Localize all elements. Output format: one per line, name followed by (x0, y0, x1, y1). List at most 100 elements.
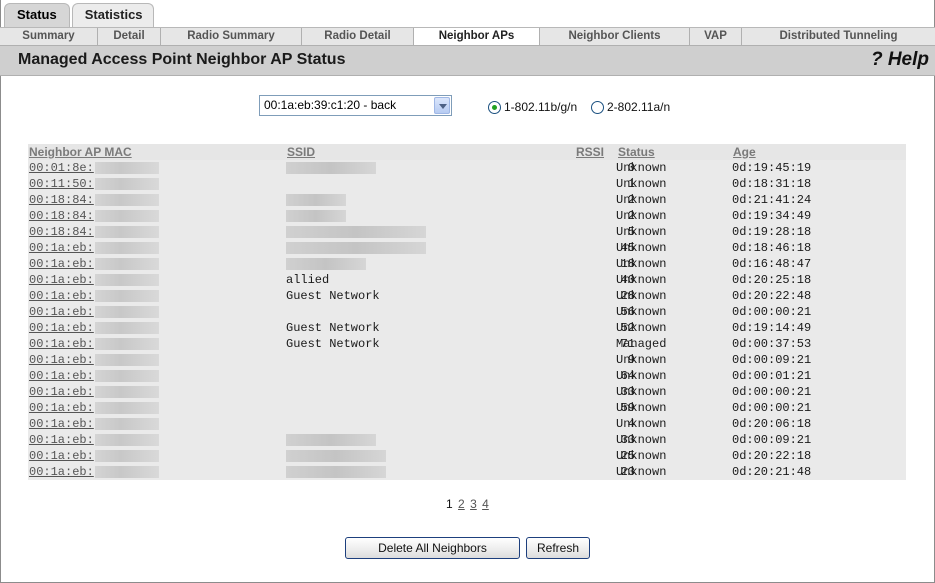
redacted-mac-suffix (94, 337, 159, 350)
table-row: 00:1a:eb: 18 Unknown 0d:16:48:47 (28, 256, 906, 272)
tab-status[interactable]: Status (4, 3, 70, 27)
status-cell: Unknown (616, 321, 667, 335)
table-row: 00:1a:eb: 23 Unknown 0d:20:21:48 (28, 464, 906, 480)
redacted-mac-suffix (94, 417, 159, 430)
subtab-detail[interactable]: Detail (98, 28, 161, 46)
neighbor-mac-link[interactable]: 00:1a:eb: (29, 417, 159, 431)
header-rssi[interactable]: RSSI (576, 145, 604, 159)
subtab-radio-detail[interactable]: Radio Detail (302, 28, 414, 46)
table-row: 00:1a:eb: 25 Unknown 0d:20:22:18 (28, 448, 906, 464)
redacted-mac-suffix (94, 241, 159, 254)
neighbor-mac-link[interactable]: 00:1a:eb: (29, 273, 159, 287)
neighbor-mac-link[interactable]: 00:1a:eb: (29, 449, 159, 463)
neighbor-mac-link[interactable]: 00:1a:eb: (29, 353, 159, 367)
page-current: 1 (446, 497, 453, 511)
mac-text: 00:1a:eb: (29, 257, 94, 271)
age-cell: 0d:20:22:18 (732, 449, 812, 463)
redacted-ssid (286, 433, 376, 446)
header-status[interactable]: Status (618, 145, 655, 159)
age-cell: 0d:19:34:49 (732, 209, 812, 223)
status-cell: Unknown (616, 353, 667, 367)
radio-1-button[interactable] (488, 100, 501, 114)
redacted-mac-suffix (94, 225, 159, 238)
age-cell: 0d:19:14:49 (732, 321, 812, 335)
neighbor-mac-link[interactable]: 00:1a:eb: (29, 433, 159, 447)
age-cell: 0d:20:25:18 (732, 273, 812, 287)
mac-text: 00:1a:eb: (29, 433, 94, 447)
neighbor-mac-link[interactable]: 00:1a:eb: (29, 401, 159, 415)
redacted-mac-suffix (94, 369, 159, 382)
redacted-mac-suffix (94, 209, 159, 222)
redacted-mac-suffix (94, 465, 159, 478)
refresh-button[interactable]: Refresh (526, 537, 590, 559)
redacted-ssid (286, 449, 386, 462)
neighbor-mac-link[interactable]: 00:1a:eb: (29, 385, 159, 399)
chevron-down-icon[interactable] (434, 97, 450, 114)
neighbor-mac-link[interactable]: 00:1a:eb: (29, 257, 159, 271)
mac-text: 00:1a:eb: (29, 369, 94, 383)
neighbor-mac-link[interactable]: 00:1a:eb: (29, 305, 159, 319)
table-row: 00:1a:eb: Guest Network 52 Unknown 0d:19:14:… (28, 320, 906, 336)
delete-all-neighbors-button[interactable]: Delete All Neighbors (345, 537, 520, 559)
neighbor-ap-table: Neighbor AP MAC SSID RSSI Status Age 00:… (28, 144, 906, 480)
ssid-cell (286, 257, 366, 271)
neighbor-mac-link[interactable]: 00:1a:eb: (29, 465, 159, 479)
table-row: 00:1a:eb: allied 40 Unknown 0d:20:25:18 (28, 272, 906, 288)
subtab-summary[interactable]: Summary (0, 28, 98, 46)
age-cell: 0d:00:37:53 (732, 337, 812, 351)
header-ssid[interactable]: SSID (287, 145, 315, 159)
status-cell: Unknown (616, 433, 667, 447)
page-link-3[interactable]: 3 (470, 497, 477, 511)
page-link-4[interactable]: 4 (482, 497, 489, 511)
subtab-neighbor-aps[interactable]: Neighbor APs (414, 28, 540, 46)
ap-select[interactable]: 00:1a:eb:39:c1:20 - back (259, 95, 452, 116)
subtab-neighbor-clients[interactable]: Neighbor Clients (540, 28, 690, 46)
neighbor-mac-link[interactable]: 00:11:50: (29, 177, 159, 191)
page-link-2[interactable]: 2 (458, 497, 465, 511)
radio-2-button[interactable] (591, 100, 604, 114)
radio-option-1[interactable]: 1-802.11b/g/n (488, 100, 577, 114)
neighbor-mac-link[interactable]: 00:18:84: (29, 193, 159, 207)
age-cell: 0d:19:45:19 (732, 161, 812, 175)
redacted-ssid (286, 241, 426, 254)
help-link[interactable]: ? Help (871, 49, 929, 71)
neighbor-mac-link[interactable]: 00:01:8e: (29, 161, 159, 175)
header-mac[interactable]: Neighbor AP MAC (29, 145, 132, 159)
table-row: 00:1a:eb: Guest Network 71 Managed 0d:00:37:… (28, 336, 906, 352)
tab-statistics[interactable]: Statistics (71, 3, 154, 27)
mac-text: 00:1a:eb: (29, 337, 94, 351)
subtab-vap[interactable]: VAP (690, 28, 742, 46)
mac-text: 00:1a:eb: (29, 449, 94, 463)
status-cell: Unknown (616, 257, 667, 271)
table-row: 00:11:50: 1 Unknown 0d:18:31:18 (28, 176, 906, 192)
neighbor-mac-link[interactable]: 00:1a:eb: (29, 321, 159, 335)
subtab-distributed-tunneling[interactable]: Distributed Tunneling (742, 28, 935, 46)
subtab-radio-summary[interactable]: Radio Summary (161, 28, 302, 46)
neighbor-mac-link[interactable]: 00:1a:eb: (29, 289, 159, 303)
ssid-cell (286, 209, 346, 223)
radio-option-2[interactable]: 2-802.11a/n (591, 100, 670, 114)
redacted-mac-suffix (94, 193, 159, 206)
table-row: 00:18:84: 2 Unknown 0d:19:34:49 (28, 208, 906, 224)
status-cell: Unknown (616, 305, 667, 319)
age-cell: 0d:20:22:48 (732, 289, 812, 303)
neighbor-mac-link[interactable]: 00:1a:eb: (29, 369, 159, 383)
mac-text: 00:1a:eb: (29, 321, 94, 335)
neighbor-mac-link[interactable]: 00:18:84: (29, 225, 159, 239)
header-age[interactable]: Age (733, 145, 756, 159)
mac-text: 00:1a:eb: (29, 385, 94, 399)
table-row: 00:18:84: 5 Unknown 0d:19:28:18 (28, 224, 906, 240)
redacted-mac-suffix (94, 273, 159, 286)
neighbor-mac-link[interactable]: 00:18:84: (29, 209, 159, 223)
neighbor-mac-link[interactable]: 00:1a:eb: (29, 337, 159, 351)
status-cell: Unknown (616, 161, 667, 175)
redacted-ssid (286, 257, 366, 270)
table-row: 00:1a:eb: 56 Unknown 0d:00:00:21 (28, 304, 906, 320)
age-cell: 0d:21:41:24 (732, 193, 812, 207)
redacted-mac-suffix (94, 257, 159, 270)
table-row: 00:1a:eb: 45 Unknown 0d:18:46:18 (28, 240, 906, 256)
ap-select-value: 00:1a:eb:39:c1:20 - back (264, 98, 397, 112)
neighbor-mac-link[interactable]: 00:1a:eb: (29, 241, 159, 255)
age-cell: 0d:20:06:18 (732, 417, 812, 431)
table-row: 00:1a:eb: 33 Unknown 0d:00:09:21 (28, 432, 906, 448)
